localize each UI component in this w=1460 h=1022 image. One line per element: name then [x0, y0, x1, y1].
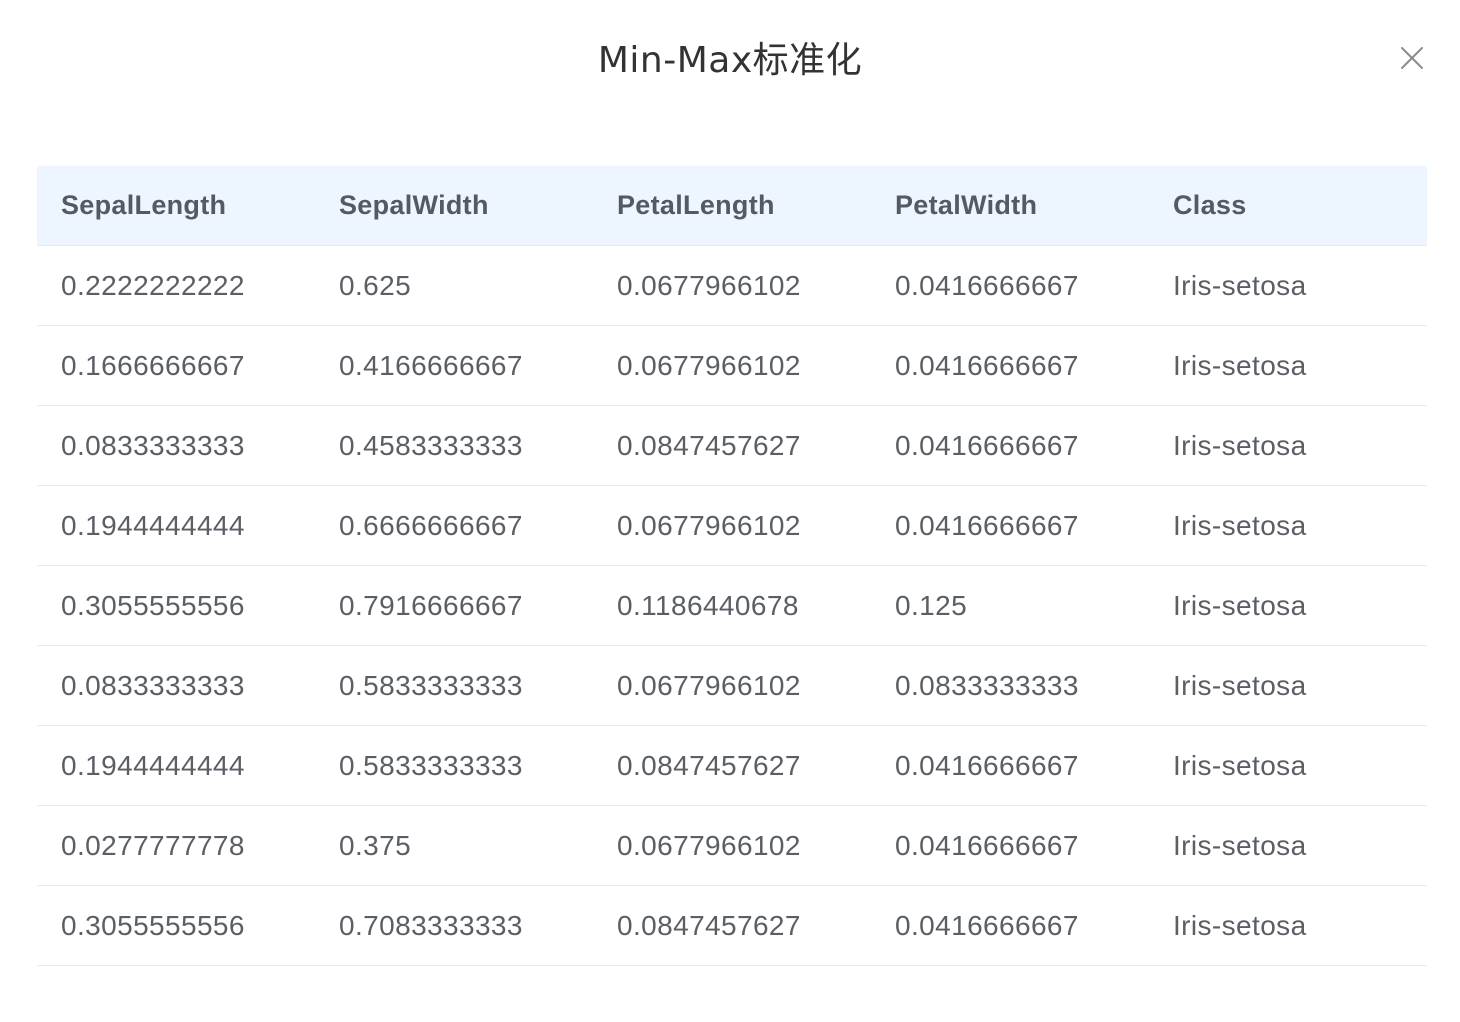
table-row: 0.1944444444 0.5833333333 0.0847457627 0… [37, 725, 1427, 806]
table-cell: 0.4166666667 [315, 325, 593, 406]
table-row: 0.1666666667 0.4166666667 0.0677966102 0… [37, 325, 1427, 406]
table-cell: 0.1186440678 [593, 565, 871, 646]
table-cell: 0.3055555556 [37, 565, 315, 646]
table-cell: Iris-setosa [1149, 325, 1427, 406]
table-cell: 0.0677966102 [593, 805, 871, 886]
table-row: 0.0833333333 0.4583333333 0.0847457627 0… [37, 405, 1427, 486]
table-header-row: SepalLength SepalWidth PetalLength Petal… [37, 166, 1427, 246]
table-cell: Iris-setosa [1149, 645, 1427, 726]
table-row: 0.3055555556 0.7916666667 0.1186440678 0… [37, 565, 1427, 646]
table-cell: 0.0847457627 [593, 405, 871, 486]
table-row: 0.3055555556 0.7083333333 0.0847457627 0… [37, 885, 1427, 966]
table-cell: 0.0416666667 [871, 325, 1149, 406]
table-cell: Iris-setosa [1149, 245, 1427, 326]
table-cell: 0.6666666667 [315, 485, 593, 566]
column-header[interactable]: PetalWidth [871, 166, 1149, 246]
table-cell: 0.0847457627 [593, 725, 871, 806]
table-cell: Iris-setosa [1149, 725, 1427, 806]
table-cell: 0.625 [315, 245, 593, 326]
table-body: 0.2222222222 0.625 0.0677966102 0.041666… [37, 245, 1427, 966]
table-cell: 0.0416666667 [871, 245, 1149, 326]
column-header[interactable]: SepalLength [37, 166, 315, 246]
column-header[interactable]: Class [1149, 166, 1427, 246]
table-cell: 0.0416666667 [871, 485, 1149, 566]
table-cell: Iris-setosa [1149, 805, 1427, 886]
table-cell: 0.4583333333 [315, 405, 593, 486]
table-cell: 0.1944444444 [37, 725, 315, 806]
table-cell: 0.7916666667 [315, 565, 593, 646]
table-cell: 0.7083333333 [315, 885, 593, 966]
table-cell: 0.0677966102 [593, 645, 871, 726]
table-cell: 0.0677966102 [593, 325, 871, 406]
table-cell: 0.1944444444 [37, 485, 315, 566]
close-icon [1401, 47, 1423, 69]
table-cell: 0.0677966102 [593, 245, 871, 326]
table-cell: 0.0416666667 [871, 405, 1149, 486]
table-cell: 0.2222222222 [37, 245, 315, 326]
column-header[interactable]: PetalLength [593, 166, 871, 246]
minmax-dialog: Min-Max标准化 SepalLength SepalWidth PetalL… [0, 0, 1460, 1022]
column-header[interactable]: SepalWidth [315, 166, 593, 246]
table-cell: 0.0847457627 [593, 885, 871, 966]
table-cell: Iris-setosa [1149, 565, 1427, 646]
data-table: SepalLength SepalWidth PetalLength Petal… [37, 166, 1427, 966]
dialog-header: Min-Max标准化 [0, 0, 1460, 120]
table-row: 0.1944444444 0.6666666667 0.0677966102 0… [37, 485, 1427, 566]
table-header: SepalLength SepalWidth PetalLength Petal… [37, 166, 1427, 246]
table-cell: 0.375 [315, 805, 593, 886]
table-cell: 0.0416666667 [871, 885, 1149, 966]
table-row: 0.0277777778 0.375 0.0677966102 0.041666… [37, 805, 1427, 886]
table-cell: 0.1666666667 [37, 325, 315, 406]
table-cell: 0.0277777778 [37, 805, 315, 886]
table-row: 0.0833333333 0.5833333333 0.0677966102 0… [37, 645, 1427, 726]
table-cell: 0.5833333333 [315, 645, 593, 726]
table-cell: 0.0416666667 [871, 725, 1149, 806]
table-cell: 0.0677966102 [593, 485, 871, 566]
table-row: 0.2222222222 0.625 0.0677966102 0.041666… [37, 245, 1427, 326]
table-cell: 0.0833333333 [37, 645, 315, 726]
table-cell: 0.125 [871, 565, 1149, 646]
close-button[interactable] [1392, 38, 1432, 78]
table-cell: 0.3055555556 [37, 885, 315, 966]
data-table-container: SepalLength SepalWidth PetalLength Petal… [37, 166, 1427, 966]
table-cell: 0.0833333333 [871, 645, 1149, 726]
table-cell: 0.0416666667 [871, 805, 1149, 886]
table-cell: Iris-setosa [1149, 485, 1427, 566]
table-cell: 0.0833333333 [37, 405, 315, 486]
table-cell: Iris-setosa [1149, 405, 1427, 486]
dialog-title: Min-Max标准化 [597, 40, 863, 81]
table-cell: Iris-setosa [1149, 885, 1427, 966]
table-cell: 0.5833333333 [315, 725, 593, 806]
